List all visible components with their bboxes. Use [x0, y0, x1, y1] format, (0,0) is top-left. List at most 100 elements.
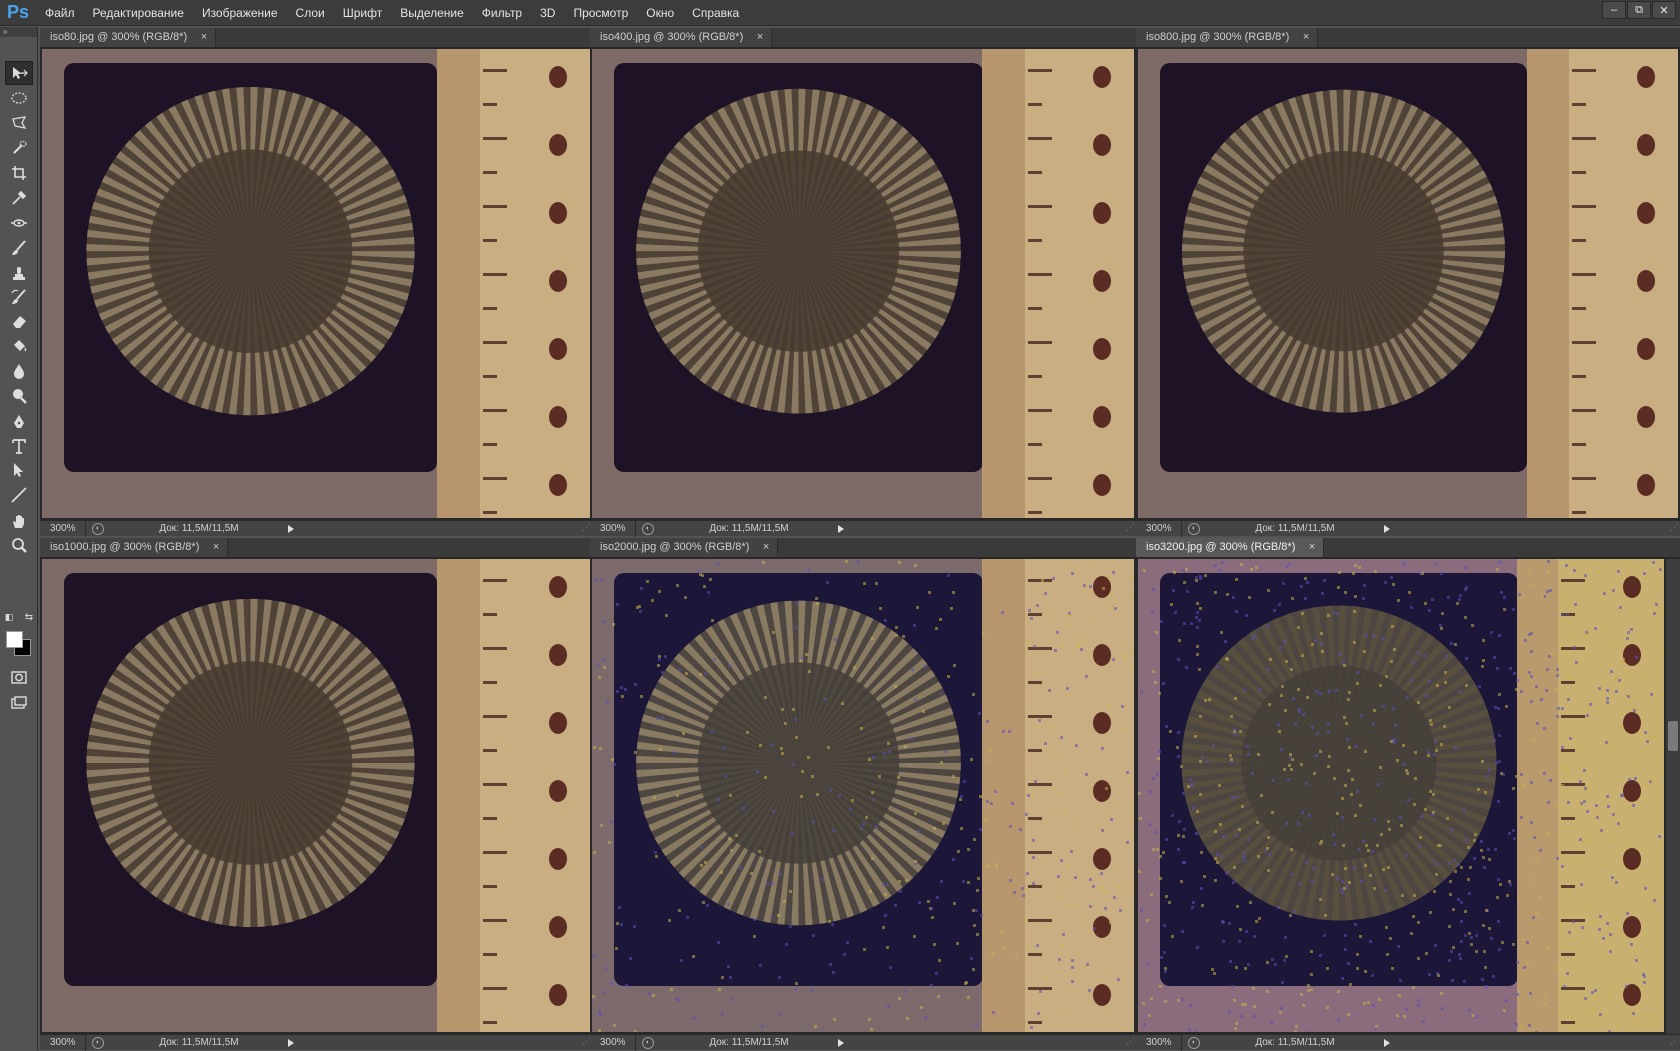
- close-tab-icon[interactable]: ×: [201, 28, 207, 47]
- resize-grip-icon[interactable]: ⋰: [1665, 1036, 1679, 1050]
- eyedropper-icon: [12, 190, 27, 205]
- brush-tool[interactable]: [5, 236, 33, 260]
- share-icon[interactable]: ◐: [642, 1036, 654, 1049]
- hand-tool[interactable]: [5, 509, 33, 533]
- zoom-level-field[interactable]: 300%: [1136, 1034, 1182, 1051]
- menu-file[interactable]: Файл: [36, 0, 84, 26]
- eyedropper-tool[interactable]: [5, 186, 33, 210]
- close-tab-icon[interactable]: ×: [213, 538, 219, 557]
- screen-mode-icon[interactable]: [5, 691, 33, 715]
- menu-layers[interactable]: Слои: [287, 0, 334, 26]
- share-icon[interactable]: ◐: [92, 522, 104, 535]
- canvas-area[interactable]: [1138, 559, 1664, 1032]
- document-size-info: Док: 11,5M/11,5M: [159, 1036, 239, 1048]
- share-icon[interactable]: ◐: [1188, 1036, 1200, 1049]
- healing-tool[interactable]: [5, 211, 33, 235]
- horizontal-scrollbar[interactable]: [294, 521, 577, 537]
- image-canvas[interactable]: [1138, 49, 1678, 518]
- document-window: iso800.jpg @ 300% (RGB/8*) × 300% ◐ Док: 11,…: [1136, 28, 1680, 537]
- menu-type[interactable]: Шрифт: [334, 0, 391, 26]
- image-canvas[interactable]: [592, 559, 1134, 1032]
- close-button[interactable]: ✕: [1652, 1, 1676, 19]
- document-window: iso400.jpg @ 300% (RGB/8*) × 300% ◐ Док: 11,…: [590, 28, 1136, 537]
- zoom-level-field[interactable]: 300%: [1136, 520, 1182, 537]
- zoom-level-field[interactable]: 300%: [590, 520, 636, 537]
- close-tab-icon[interactable]: ×: [1309, 538, 1315, 557]
- paint-bucket-tool[interactable]: [5, 334, 33, 358]
- close-tab-icon[interactable]: ×: [1303, 28, 1309, 47]
- pen-tool[interactable]: [5, 410, 33, 434]
- history-brush-tool[interactable]: [5, 285, 33, 309]
- horizontal-scrollbar[interactable]: [844, 1035, 1121, 1051]
- panel-collapse-icon[interactable]: »: [0, 27, 37, 37]
- canvas-area[interactable]: [592, 49, 1134, 518]
- resize-grip-icon[interactable]: ⋰: [1121, 1036, 1135, 1050]
- resize-grip-icon[interactable]: ⋰: [1121, 522, 1135, 536]
- move-tool[interactable]: [5, 61, 33, 85]
- document-tab[interactable]: iso80.jpg @ 300% (RGB/8*) ×: [40, 28, 217, 47]
- resize-grip-icon[interactable]: ⋰: [1665, 522, 1679, 536]
- document-tab[interactable]: iso800.jpg @ 300% (RGB/8*) ×: [1136, 28, 1319, 47]
- scrollbar-thumb[interactable]: [1668, 721, 1678, 751]
- lasso-tool[interactable]: [5, 111, 33, 135]
- vertical-scrollbar[interactable]: [1666, 559, 1680, 1034]
- resize-grip-icon[interactable]: ⋰: [577, 1036, 591, 1050]
- close-tab-icon[interactable]: ×: [757, 28, 763, 47]
- dodge-tool[interactable]: [5, 384, 33, 408]
- line-tool[interactable]: [5, 483, 33, 507]
- pen-icon: [14, 415, 24, 428]
- document-tab[interactable]: iso2000.jpg @ 300% (RGB/8*) ×: [590, 538, 779, 557]
- menu-window[interactable]: Окно: [637, 0, 683, 26]
- type-tool[interactable]: [5, 434, 33, 458]
- image-canvas[interactable]: [592, 49, 1134, 518]
- default-colors-icon[interactable]: ◧: [2, 611, 16, 623]
- stamp-tool[interactable]: [5, 261, 33, 285]
- canvas-area[interactable]: [42, 49, 590, 518]
- foreground-color-swatch[interactable]: [6, 631, 23, 648]
- marquee-tool[interactable]: [5, 86, 33, 110]
- quick-select-tool[interactable]: [5, 136, 33, 160]
- document-tab[interactable]: iso400.jpg @ 300% (RGB/8*) ×: [590, 28, 773, 47]
- document-size-info: Док: 11,5M/11,5M: [1255, 522, 1335, 534]
- horizontal-scrollbar[interactable]: [1390, 521, 1665, 537]
- menu-help[interactable]: Справка: [683, 0, 748, 26]
- menu-filter[interactable]: Фильтр: [473, 0, 531, 26]
- horizontal-scrollbar[interactable]: [1390, 1035, 1665, 1051]
- polygonal-lasso-icon: [12, 116, 27, 129]
- canvas-area[interactable]: [592, 559, 1134, 1032]
- path-select-tool[interactable]: [5, 458, 33, 482]
- menu-image[interactable]: Изображение: [193, 0, 287, 26]
- crop-tool[interactable]: [5, 161, 33, 185]
- share-icon[interactable]: ◐: [92, 1036, 104, 1049]
- blur-tool[interactable]: [5, 359, 33, 383]
- menu-select[interactable]: Выделение: [391, 0, 473, 26]
- share-icon[interactable]: ◐: [642, 522, 654, 535]
- share-icon[interactable]: ◐: [1188, 522, 1200, 535]
- image-canvas[interactable]: [42, 49, 590, 518]
- image-canvas[interactable]: [42, 559, 590, 1032]
- status-bar: 300% ◐ Док: 11,5M/11,5M ⋰: [590, 520, 1136, 537]
- zoom-tool[interactable]: [5, 533, 33, 557]
- menu-3d[interactable]: 3D: [531, 0, 564, 26]
- zoom-level-field[interactable]: 300%: [40, 1034, 86, 1051]
- minimize-button[interactable]: –: [1602, 1, 1626, 19]
- resize-grip-icon[interactable]: ⋰: [577, 522, 591, 536]
- image-canvas[interactable]: [1138, 559, 1664, 1032]
- horizontal-scrollbar[interactable]: [294, 1035, 577, 1051]
- horizontal-scrollbar[interactable]: [844, 521, 1121, 537]
- zoom-level-field[interactable]: 300%: [590, 1034, 636, 1051]
- menu-edit[interactable]: Редактирование: [84, 0, 193, 26]
- line-icon: [11, 487, 27, 503]
- quick-mask-icon[interactable]: [5, 665, 33, 689]
- canvas-area[interactable]: [42, 559, 590, 1032]
- restore-button[interactable]: ⧉: [1627, 1, 1651, 19]
- document-tab[interactable]: iso3200.jpg @ 300% (RGB/8*) ×: [1136, 538, 1325, 557]
- menu-view[interactable]: Просмотр: [564, 0, 637, 26]
- eraser-tool[interactable]: [5, 309, 33, 333]
- close-tab-icon[interactable]: ×: [763, 538, 769, 557]
- paint-bucket-icon: [14, 340, 27, 352]
- canvas-area[interactable]: [1138, 49, 1678, 518]
- zoom-level-field[interactable]: 300%: [40, 520, 86, 537]
- document-tab[interactable]: iso1000.jpg @ 300% (RGB/8*) ×: [40, 538, 229, 557]
- swap-colors-icon[interactable]: ⇆: [22, 611, 36, 623]
